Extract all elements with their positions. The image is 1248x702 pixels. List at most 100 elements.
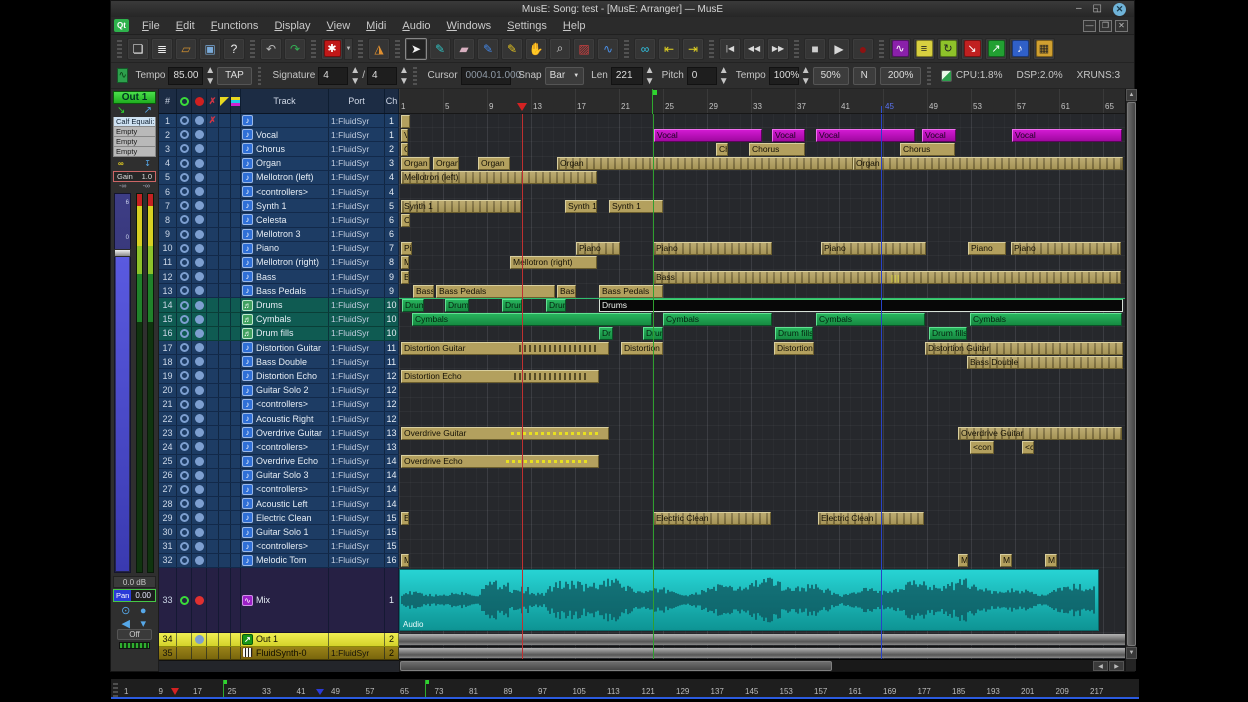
part[interactable]: Bass|||: [653, 271, 1121, 284]
mute-toggle[interactable]: [207, 426, 219, 439]
track-port[interactable]: 1:FluidSyr: [329, 540, 385, 553]
zoom-tool-button[interactable]: ⌕: [549, 38, 571, 60]
panic-button[interactable]: ✱: [321, 38, 343, 60]
scroll-left-icon[interactable]: ◀: [1093, 661, 1108, 671]
part[interactable]: Cymbals: [970, 313, 1122, 326]
mute-toggle[interactable]: [207, 185, 219, 198]
record-toggle[interactable]: [192, 440, 207, 453]
track-name[interactable]: ♪Celesta: [241, 213, 329, 226]
track-name[interactable]: ♪<controllers>: [241, 185, 329, 198]
record-arm-toggle[interactable]: [177, 440, 192, 453]
track-port[interactable]: 1:FluidSyr: [329, 497, 385, 510]
canvas-track-lane[interactable]: Bass Double: [399, 355, 1125, 369]
track-channel[interactable]: 10: [385, 313, 399, 326]
track-channel[interactable]: 13: [385, 426, 399, 439]
record-toggle[interactable]: [192, 497, 207, 510]
part[interactable]: Drum: [546, 299, 566, 312]
track-port[interactable]: 1:FluidSyr: [329, 185, 385, 198]
marker-tool-button[interactable]: ✎: [501, 38, 523, 60]
part[interactable]: Drum: [402, 299, 424, 312]
fader-handle[interactable]: [114, 249, 131, 257]
loop-button[interactable]: ∞: [634, 38, 656, 60]
track-flags-cell[interactable]: [231, 213, 241, 226]
redo-button[interactable]: ↷: [284, 38, 306, 60]
track-row[interactable]: 22♪Acoustic Right1:FluidSyr12: [159, 412, 399, 426]
record-arm-toggle[interactable]: [177, 228, 192, 241]
part[interactable]: Organ: [401, 157, 430, 170]
track-channel[interactable]: 16: [385, 554, 399, 567]
goto-start-button[interactable]: |◀: [719, 38, 741, 60]
canvas-track-lane[interactable]: ChChChorusChorus: [399, 142, 1125, 156]
tap-button[interactable]: TAP: [217, 67, 252, 85]
track-row[interactable]: 10♪Piano1:FluidSyr7: [159, 242, 399, 256]
wave-editor-button[interactable]: ∿: [889, 38, 911, 60]
track-port[interactable]: 1:FluidSyr: [329, 171, 385, 184]
record-arm-toggle[interactable]: [177, 341, 192, 354]
part[interactable]: Bass Pedals: [436, 285, 555, 298]
part[interactable]: Bass: [413, 285, 434, 298]
punch-in-button[interactable]: ⇤: [658, 38, 680, 60]
part[interactable]: Drum: [502, 299, 522, 312]
record-toggle[interactable]: [192, 355, 207, 368]
track-name[interactable]: ♪<controllers>: [241, 398, 329, 411]
track-row[interactable]: 29♪Electric Clean1:FluidSyr15: [159, 511, 399, 525]
track-row[interactable]: 33∿Mix1: [159, 568, 399, 633]
track-name[interactable]: ♪Distortion Guitar: [241, 341, 329, 354]
part-color-cell[interactable]: [219, 497, 231, 510]
open-folder-button[interactable]: ▱: [175, 38, 197, 60]
canvas-track-lane[interactable]: [399, 384, 1125, 398]
track-row[interactable]: 21♪<controllers>1:FluidSyr12: [159, 398, 399, 412]
output-routing-icon[interactable]: ↗: [144, 105, 152, 116]
toolbar-grip[interactable]: [395, 40, 400, 58]
tempo-up-icon[interactable]: ▲: [205, 65, 215, 76]
part-color-cell[interactable]: [219, 355, 231, 368]
mdi-restore-icon[interactable]: ❐: [1099, 20, 1112, 32]
track-row[interactable]: 32♪Melodic Tom1:FluidSyr16: [159, 554, 399, 568]
canvas-track-lane[interactable]: [399, 483, 1125, 497]
track-flags-cell[interactable]: [231, 114, 241, 127]
menu-settings[interactable]: Settings: [499, 20, 555, 32]
mute-toggle[interactable]: [207, 298, 219, 311]
part[interactable]: Drums: [599, 299, 1123, 312]
record-arm-toggle[interactable]: [177, 469, 192, 482]
mute-toggle[interactable]: [207, 647, 219, 660]
record-toggle[interactable]: [192, 540, 207, 553]
stop-button[interactable]: ■: [804, 38, 826, 60]
track-port[interactable]: 1:FluidSyr: [329, 142, 385, 155]
track-flags-cell[interactable]: [231, 327, 241, 340]
track-port[interactable]: 1:FluidSyr: [329, 525, 385, 538]
track-name[interactable]: ♬Drums: [241, 298, 329, 311]
record-toggle[interactable]: [192, 327, 207, 340]
fast-forward-button[interactable]: ▶▶: [767, 38, 789, 60]
track-channel[interactable]: 13: [385, 440, 399, 453]
track-channel[interactable]: 14: [385, 483, 399, 496]
part-color-cell[interactable]: [219, 199, 231, 212]
snap-select[interactable]: Bar▼: [545, 67, 585, 85]
part[interactable]: Drum fills: [929, 327, 967, 340]
pitch-up-icon[interactable]: ▲: [719, 65, 729, 76]
sig-num-down-icon[interactable]: ▼: [350, 76, 360, 87]
track-row[interactable]: 35FluidSynth-01:FluidSyr2: [159, 647, 399, 661]
track-channel[interactable]: 12: [385, 412, 399, 425]
part[interactable]: Distortion Guitar: [925, 342, 1123, 355]
overview-blue-marker-icon[interactable]: [316, 689, 324, 695]
record-toggle[interactable]: [192, 647, 207, 660]
fx-slot[interactable]: Empty: [113, 137, 156, 147]
record-arm-toggle[interactable]: [177, 256, 192, 269]
db-readout[interactable]: 0.0 dB: [113, 576, 156, 588]
rewind-button[interactable]: ◀◀: [743, 38, 765, 60]
mute-toggle[interactable]: [207, 412, 219, 425]
record-toggle[interactable]: [192, 483, 207, 496]
canvas-track-lane[interactable]: PiPianoPianoPianoPianoPiano: [399, 242, 1125, 256]
track-row[interactable]: 1✗♪1:FluidSyr1: [159, 114, 399, 128]
header-cell[interactable]: Track: [241, 89, 329, 113]
track-name[interactable]: ♪Vocal: [241, 128, 329, 141]
track-channel[interactable]: 4: [385, 185, 399, 198]
track-channel[interactable]: 1: [385, 568, 399, 632]
canvas-track-lane[interactable]: Overdrive Echo: [399, 455, 1125, 469]
track-port[interactable]: 1:FluidSyr: [329, 440, 385, 453]
part[interactable]: [401, 115, 410, 128]
part-color-cell[interactable]: [219, 327, 231, 340]
track-channel[interactable]: 11: [385, 355, 399, 368]
record-toggle[interactable]: [192, 114, 207, 127]
